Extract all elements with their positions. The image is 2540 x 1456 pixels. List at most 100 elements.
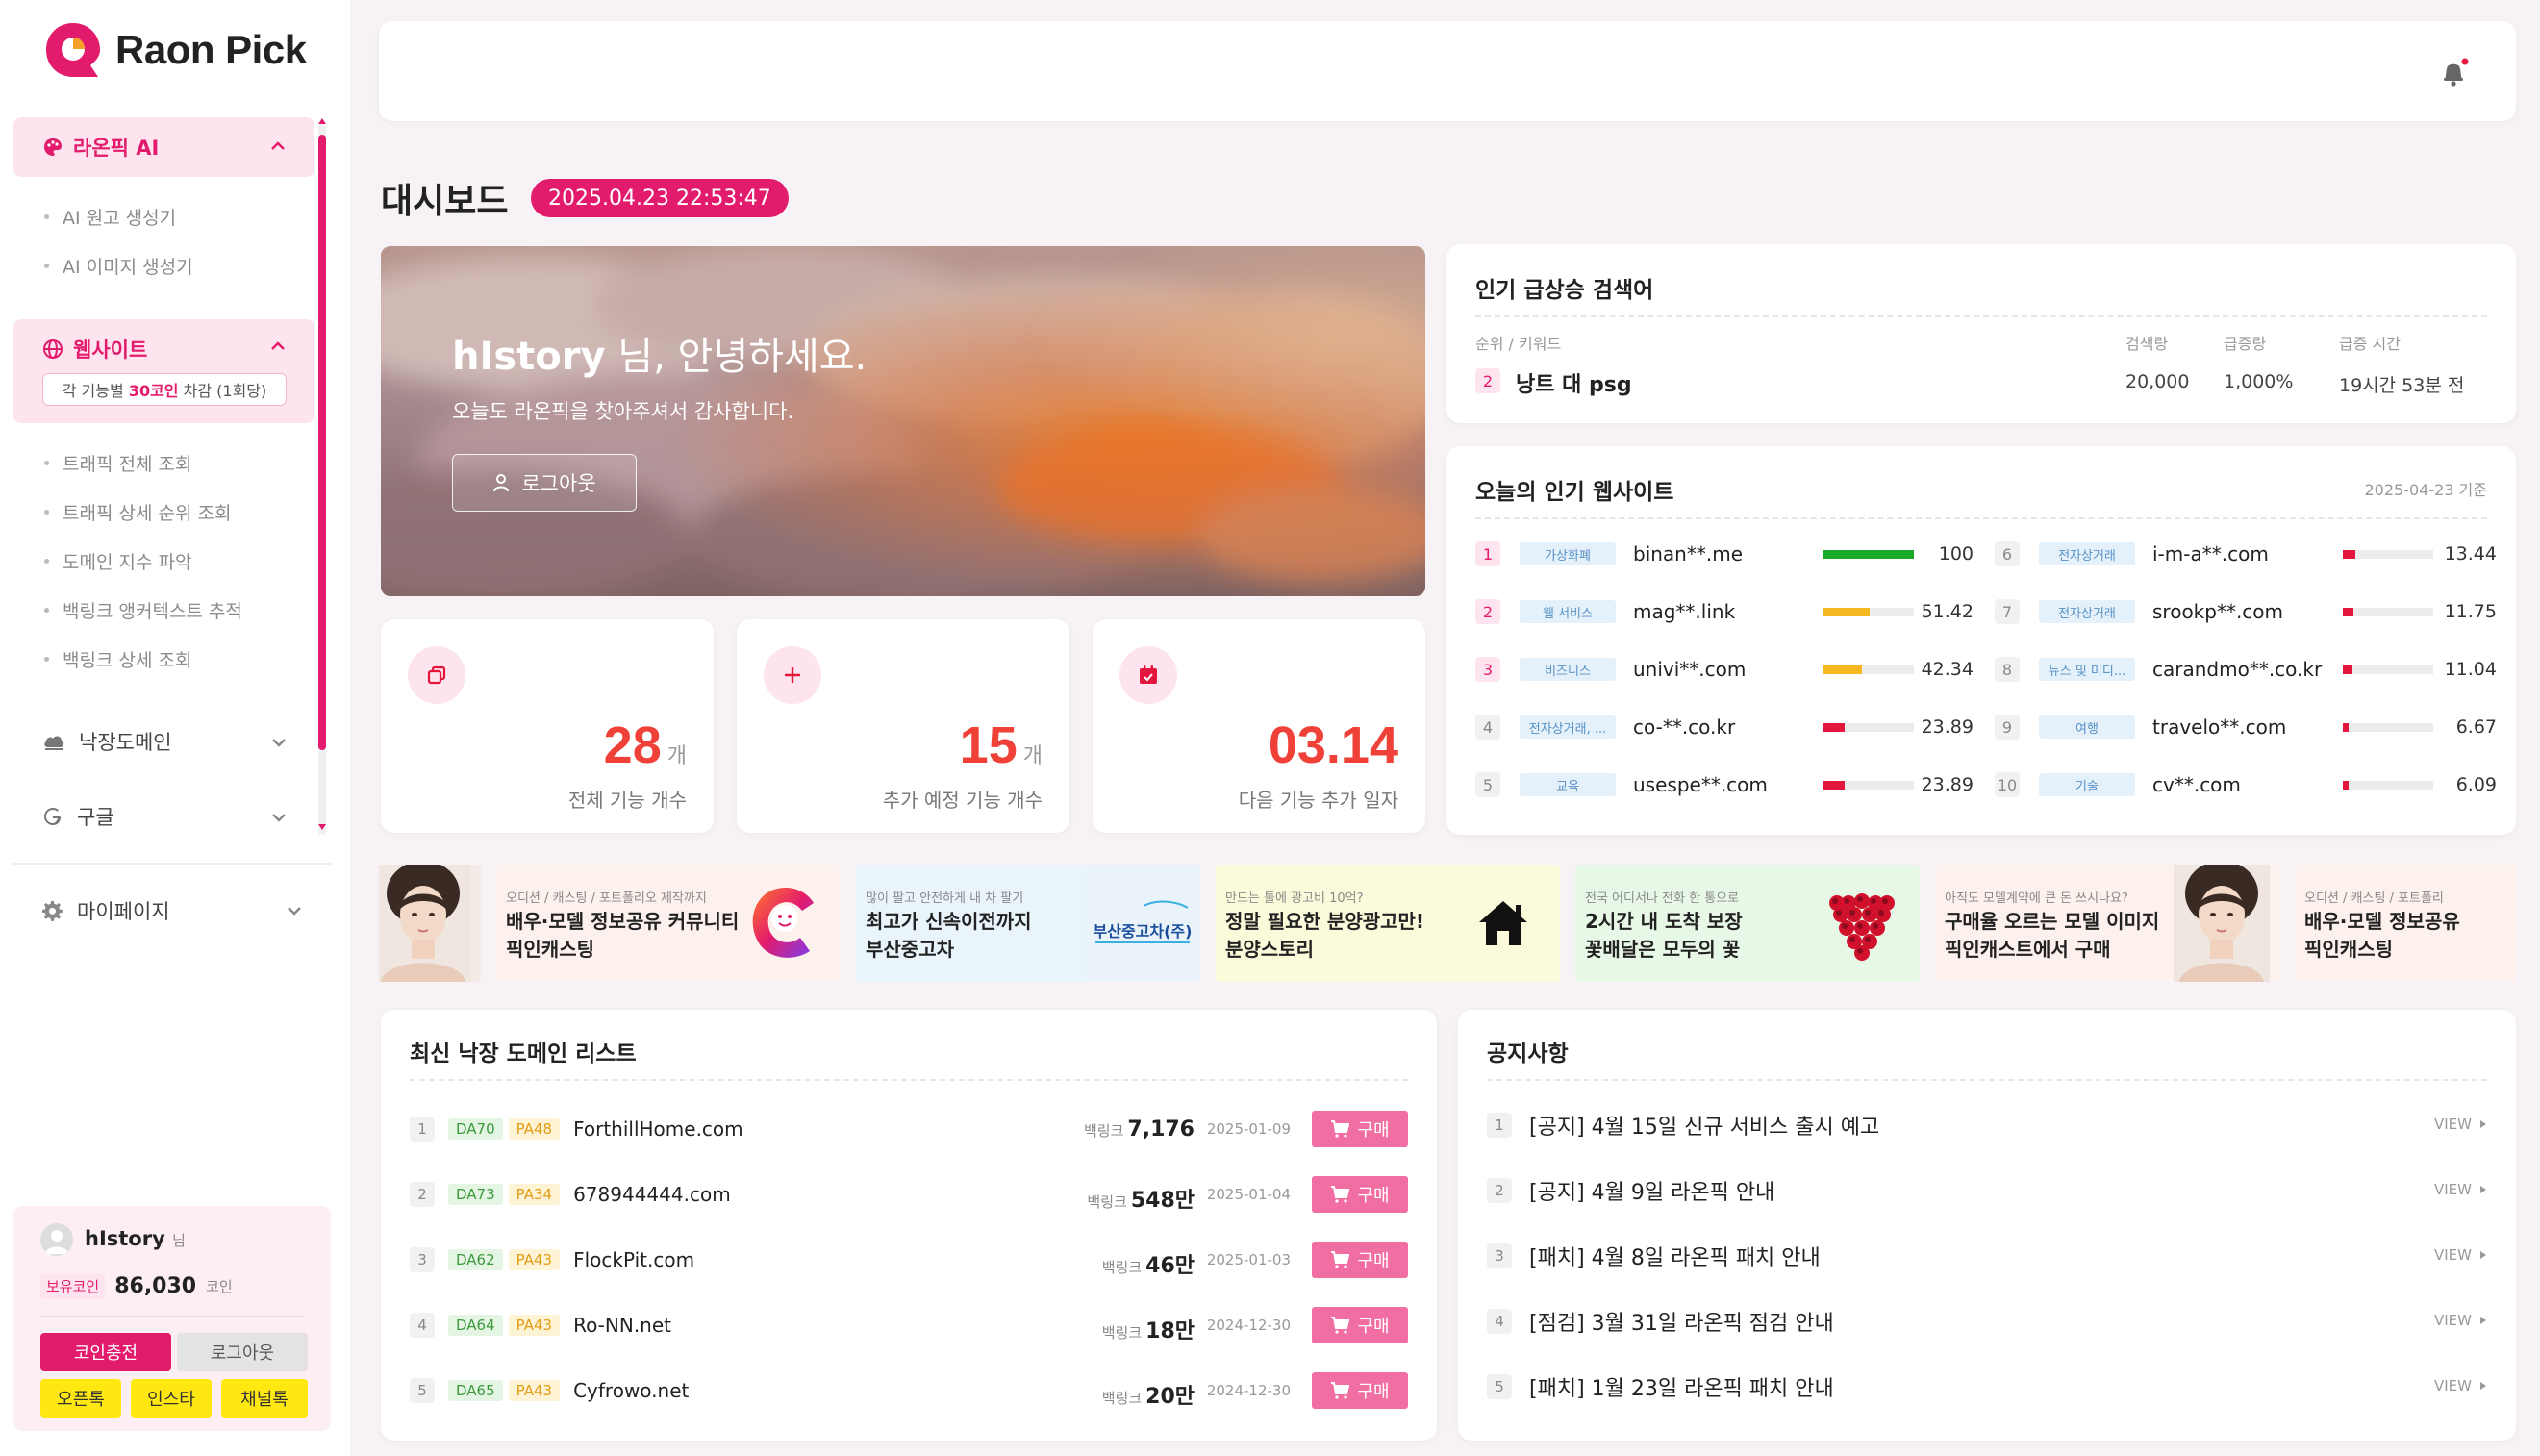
popular-site-row[interactable]: 2 웹 서비스 mag**.link 51.42 — [1475, 594, 1975, 629]
coin-charge-button[interactable]: 코인충전 — [40, 1333, 171, 1371]
popular-site-row[interactable]: 4 전자상거래, ... co-**.co.kr 23.89 — [1475, 710, 1975, 744]
scroll-up-arrow-icon[interactable] — [318, 117, 326, 125]
ad-brand: 부산중고차 — [866, 938, 954, 961]
domain-row[interactable]: 1 DA70 PA48 ForthillHome.com 백링크 7,176 2… — [410, 1110, 1408, 1148]
open-talk-button[interactable]: 오픈톡 — [40, 1379, 121, 1418]
domain-row[interactable]: 4 DA64 PA43 Ro-NN.net 백링크 18만 2024-12-30… — [410, 1306, 1408, 1344]
notification-button[interactable] — [2437, 56, 2470, 88]
sidebar-section-google[interactable]: 구글 — [42, 802, 292, 831]
stat-number: 15 — [959, 716, 1018, 774]
sidebar-item-backlink-detail[interactable]: 백링크 상세 조회 — [44, 646, 191, 672]
sidebar-section-raonpick-ai[interactable]: 라온픽 AI — [13, 117, 314, 177]
ad-banner[interactable]: 아직도 모델계약에 큰 돈 쓰시나요? 구매율 오르는 모델 이미지 픽인캐스트… — [1935, 865, 2279, 982]
ad-banner[interactable]: 많이 팔고 안전하게 내 차 팔기 최고가 신속이전까지 부산중고차 부산중고차… — [856, 865, 1200, 982]
view-link[interactable]: VIEW — [2434, 1312, 2487, 1329]
scroll-down-arrow-icon[interactable] — [318, 823, 326, 831]
logout-button[interactable]: 로그아웃 — [177, 1333, 308, 1371]
sidebar-section-mypage[interactable]: 마이페이지 — [42, 896, 292, 925]
domain-row[interactable]: 3 DA62 PA43 FlockPit.com 백링크 46만 2025-01… — [410, 1241, 1408, 1279]
popular-site-row[interactable]: 3 비즈니스 univi**.com 42.34 — [1475, 652, 1975, 687]
ad-banner[interactable]: 오디션 / 캐스팅 / 포트폴리오 제작까지 배우·모델 정보공유 커뮤니티 픽… — [496, 865, 841, 982]
ad-banner[interactable]: 오디션 / 캐스팅 / 포트폴리 배우·모델 정보공유 픽인캐스팅 — [2295, 865, 2516, 982]
notice-row[interactable]: 5 [패치] 1월 23일 라온픽 패치 안내 VIEW — [1487, 1368, 2487, 1406]
sidebar-section-label: 라온픽 AI — [73, 137, 160, 160]
row-number: 2 — [410, 1182, 435, 1207]
stat-card-next-release: 03.14 다음 기능 추가 일자 — [1093, 619, 1425, 833]
ad-banner[interactable]: 요? 미지 — [379, 865, 481, 982]
sidebar-item-backlink-anchor[interactable]: 백링크 앵커텍스트 추적 — [44, 597, 242, 623]
hero-logout-button[interactable]: 로그아웃 — [452, 454, 637, 512]
instagram-button[interactable]: 인스타 — [131, 1379, 212, 1418]
score-bar-fill — [2343, 781, 2349, 790]
trending-row[interactable]: 2 낭트 대 psg 20,000 1,000% 19시간 53분 전 — [1475, 365, 2487, 397]
domain-date: 2025-01-03 — [1206, 1251, 1291, 1268]
site-domain: univi**.com — [1633, 658, 1747, 681]
row-number: 5 — [410, 1378, 435, 1403]
site-score: 6.09 — [2455, 774, 2497, 795]
chevron-up-icon[interactable] — [268, 337, 288, 356]
view-link[interactable]: VIEW — [2434, 1116, 2487, 1133]
buy-button[interactable]: 구매 — [1312, 1307, 1408, 1343]
popular-site-row[interactable]: 1 가상화폐 binan**.me 100 — [1475, 537, 1975, 571]
avatar[interactable] — [40, 1223, 73, 1256]
sidebar-item-ai-image[interactable]: AI 이미지 생성기 — [44, 253, 193, 279]
stat-icon — [1119, 646, 1177, 704]
view-label: VIEW — [2434, 1312, 2472, 1329]
category-tag: 가상화폐 — [1520, 542, 1616, 565]
buy-button[interactable]: 구매 — [1312, 1242, 1408, 1278]
popular-site-row[interactable]: 10 기술 cv**.com 6.09 — [1995, 767, 2497, 802]
popular-site-row[interactable]: 7 전자상거래 srookp**.com 11.75 — [1995, 594, 2497, 629]
sidebar-section-expired-domain[interactable]: 낙장도메인 — [42, 727, 292, 756]
view-link[interactable]: VIEW — [2434, 1246, 2487, 1264]
notice-row[interactable]: 1 [공지] 4월 15일 신규 서비스 출시 예고 VIEW — [1487, 1106, 2487, 1144]
channel-talk-button[interactable]: 채널톡 — [221, 1379, 308, 1418]
rank-badge: 3 — [1475, 657, 1500, 682]
popular-site-row[interactable]: 5 교육 usespe**.com 23.89 — [1475, 767, 1975, 802]
stat-label: 다음 기능 추가 일자 — [1238, 789, 1398, 812]
stat-label: 추가 예정 기능 개수 — [882, 789, 1043, 812]
popular-site-row[interactable]: 6 전자상거래 i-m-a**.com 13.44 — [1995, 537, 2497, 571]
sidebar-item-ai-writer[interactable]: AI 원고 생성기 — [44, 204, 176, 230]
row-number: 1 — [1487, 1113, 1512, 1138]
row-number: 1 — [410, 1117, 435, 1142]
trending-title: 인기 급상승 검색어 — [1475, 278, 1654, 303]
notice-row[interactable]: 2 [공지] 4월 9일 라온픽 안내 VIEW — [1487, 1171, 2487, 1210]
view-link[interactable]: VIEW — [2434, 1181, 2487, 1198]
popular-site-row[interactable]: 8 뉴스 및 미디... carandmo**.co.kr 11.04 — [1995, 652, 2497, 687]
chevron-down-icon[interactable] — [269, 808, 289, 827]
chevron-down-icon[interactable] — [285, 901, 304, 920]
divider — [1475, 315, 2487, 317]
da-tag: DA70 — [448, 1118, 503, 1140]
chevron-up-icon[interactable] — [268, 137, 288, 156]
hero-subtitle: 오늘도 라온픽을 찾아주셔서 감사합니다. — [452, 400, 794, 423]
ad-brand: 픽인캐스팅 — [506, 938, 594, 961]
notices-title: 공지사항 — [1487, 1042, 1569, 1067]
domain-row[interactable]: 2 DA73 PA34 678944444.com 백링크 548만 2025-… — [410, 1175, 1408, 1214]
score-bar-fill — [1823, 665, 1862, 674]
notice-row[interactable]: 3 [패치] 4월 8일 라온픽 패치 안내 VIEW — [1487, 1237, 2487, 1275]
backlink-count: 백링크 46만 — [1102, 1248, 1195, 1279]
notice-row[interactable]: 4 [점검] 3월 31일 라온픽 점검 안내 VIEW — [1487, 1302, 2487, 1341]
ad-banner[interactable]: 만드는 툴에 광고비 10억? 정말 필요한 분양광고만! 분양스토리 — [1216, 865, 1560, 982]
sidebar-scrollbar-thumb[interactable] — [318, 135, 326, 750]
notices-card: 공지사항 1 [공지] 4월 15일 신규 서비스 출시 예고 VIEW 2 [… — [1458, 1010, 2516, 1441]
sidebar-item-traffic-overall[interactable]: 트래픽 전체 조회 — [44, 450, 191, 476]
brand-logo[interactable]: Raon Pick — [42, 19, 307, 81]
buy-button[interactable]: 구매 — [1312, 1372, 1408, 1409]
sidebar-item-traffic-rank[interactable]: 트래픽 상세 순위 조회 — [44, 499, 231, 525]
chevron-down-icon[interactable] — [269, 733, 289, 752]
buy-button[interactable]: 구매 — [1312, 1176, 1408, 1213]
sidebar-item-domain-index[interactable]: 도메인 지수 파악 — [44, 548, 191, 574]
popular-site-row[interactable]: 9 여행 travelo**.com 6.67 — [1995, 710, 2497, 744]
view-link[interactable]: VIEW — [2434, 1377, 2487, 1394]
buy-button[interactable]: 구매 — [1312, 1111, 1408, 1147]
ad-headline: 2시간 내 도착 보장 — [1585, 910, 1743, 933]
sidebar-section-website[interactable]: 웹사이트 각 기능별 30코인 차감 (1회당) — [13, 319, 314, 423]
backlink-count: 백링크 548만 — [1087, 1183, 1195, 1214]
score-bar-track — [1823, 781, 1914, 790]
ad-headline: 정말 필요한 분양광고만! — [1225, 910, 1425, 933]
domain-row[interactable]: 5 DA65 PA43 Cyfrowo.net 백링크 20만 2024-12-… — [410, 1371, 1408, 1410]
ad-tagline: 만드는 툴에 광고비 10억? — [1225, 891, 1364, 906]
ad-banner[interactable]: 전국 어디서나 전화 한 통으로 2시간 내 도착 보장 꽃배달은 모두의 꽃 — [1575, 865, 1920, 982]
stat-icon — [764, 646, 821, 704]
